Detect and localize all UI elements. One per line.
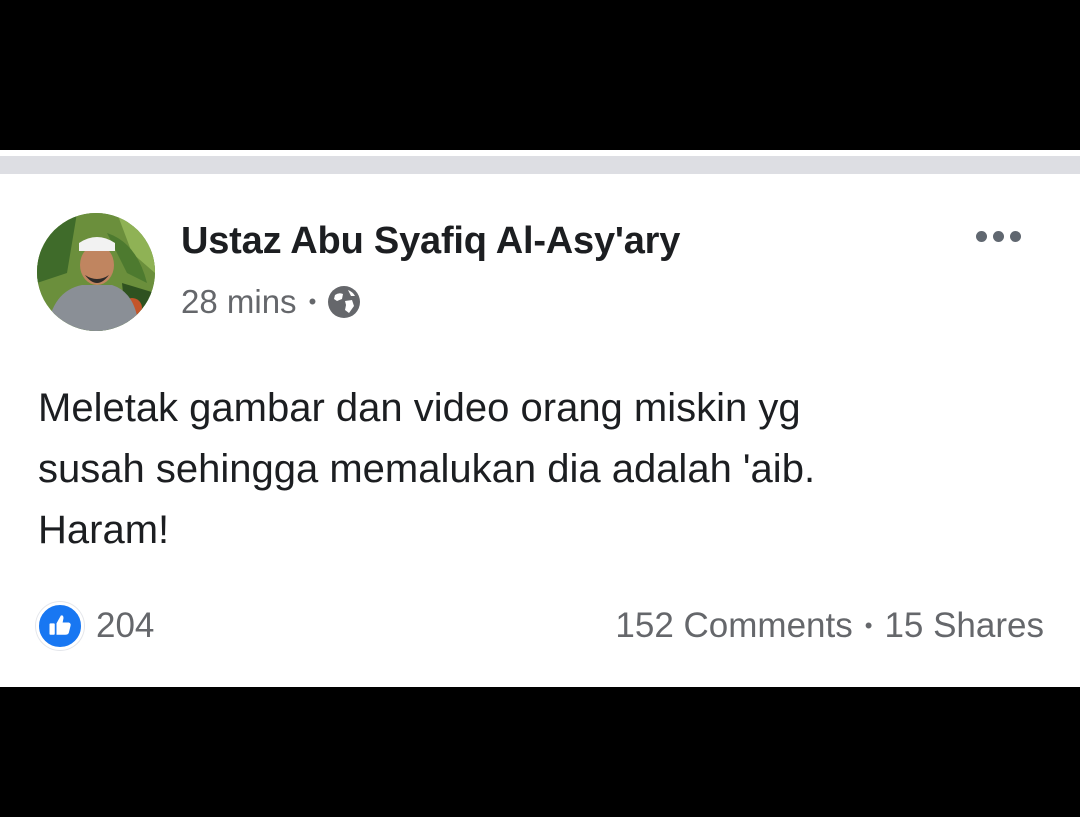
more-options-icon[interactable] <box>976 228 1026 244</box>
post-body-line: Haram! <box>38 508 170 552</box>
post-card: Ustaz Abu Syafiq Al-Asy'ary 28 mins • Me… <box>0 150 1080 687</box>
screen: Ustaz Abu Syafiq Al-Asy'ary 28 mins • Me… <box>0 0 1080 817</box>
like-count[interactable]: 204 <box>96 606 154 646</box>
engagement-summary: 152 Comments • 15 Shares <box>615 606 1044 646</box>
avatar-photo <box>37 213 155 331</box>
author-avatar[interactable] <box>37 213 155 331</box>
meta-separator: • <box>308 289 317 314</box>
comments-count[interactable]: 152 Comments <box>615 606 852 646</box>
engagement-separator: • <box>864 613 873 638</box>
like-icon[interactable] <box>36 602 84 650</box>
shares-count[interactable]: 15 Shares <box>884 606 1044 646</box>
more-dot <box>993 230 1004 242</box>
more-dot <box>1010 230 1021 242</box>
post-body: Meletak gambar dan video orang miskin yg… <box>38 378 1038 561</box>
post-meta: 28 mins • <box>181 283 362 321</box>
post-body-line: Meletak gambar dan video orang miskin yg <box>38 386 801 430</box>
post-time[interactable]: 28 mins <box>181 283 297 321</box>
author-name[interactable]: Ustaz Abu Syafiq Al-Asy'ary <box>181 220 680 263</box>
more-dot <box>976 230 987 242</box>
globe-icon[interactable] <box>326 284 362 320</box>
feed-divider <box>0 156 1080 174</box>
post-body-line: susah sehingga memalukan dia adalah 'aib… <box>38 447 816 491</box>
